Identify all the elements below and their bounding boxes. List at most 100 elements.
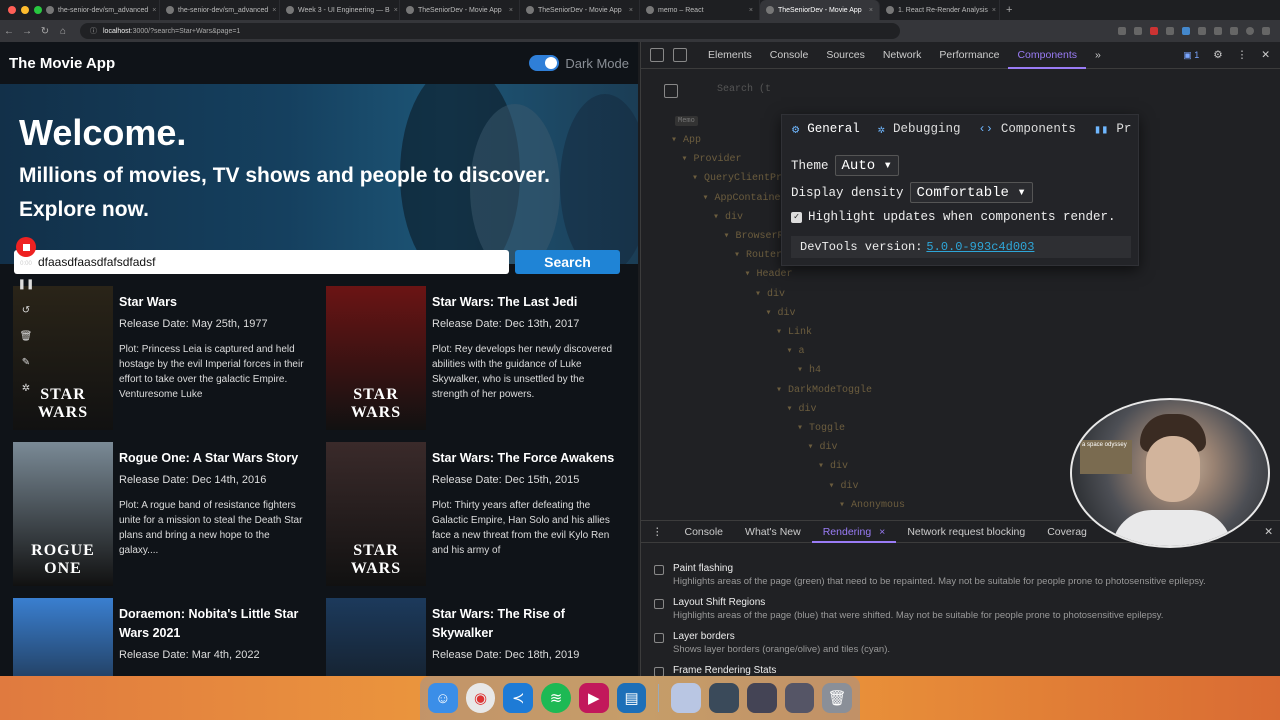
tree-expand-icon[interactable]: ▾	[682, 154, 694, 165]
rendering-option-checkbox[interactable]	[654, 599, 664, 609]
vscode-icon[interactable]: ≺	[503, 683, 534, 713]
browser-tab[interactable]: the-senior-dev/sm_advanced ×	[160, 0, 280, 20]
browser-tab[interactable]: memo – React ×	[640, 0, 760, 20]
close-tab-icon[interactable]: ×	[394, 7, 398, 14]
tree-expand-icon[interactable]: ▾	[713, 212, 725, 223]
tree-node[interactable]: ▾ Link	[776, 326, 812, 338]
tree-expand-icon[interactable]: ▾	[787, 404, 799, 415]
drawer-tab[interactable]: What's New	[734, 521, 812, 543]
devtools-tab-network[interactable]: Network	[874, 42, 931, 69]
browser-tab[interactable]: 1. React Re-Render Analysis ×	[880, 0, 1000, 20]
movie-title[interactable]: Doraemon: Nobita's Little Star Wars 2021	[119, 605, 309, 643]
drawer-tab[interactable]: Network request blocking	[896, 521, 1036, 543]
zoom-window-button[interactable]	[34, 6, 42, 14]
tree-node[interactable]: ▾ a	[787, 345, 805, 357]
movie-title[interactable]: Star Wars	[119, 293, 309, 312]
movie-card[interactable]: Doraemon: Nobita's Little Star Wars 2021…	[13, 598, 313, 676]
close-devtools-icon[interactable]: ✕	[1261, 49, 1270, 61]
tree-node[interactable]: ▾ AppContainer	[703, 192, 787, 204]
linkedin-helper-icon[interactable]: ▤	[616, 683, 647, 713]
address-bar[interactable]: ⓘ localhost:3000/?search=Star+Wars&page=…	[80, 23, 900, 39]
menu-icon[interactable]	[1262, 27, 1270, 35]
minimized-window-icon[interactable]	[784, 683, 815, 713]
tree-expand-icon[interactable]: ▾	[776, 385, 788, 396]
dark-mode-switch[interactable]	[529, 55, 560, 71]
tree-expand-icon[interactable]: ▾	[724, 231, 736, 242]
settings-tab-pr[interactable]: ▮▮ Pr	[1094, 122, 1145, 137]
browser-tab[interactable]: TheSeniorDev - Movie App ×	[760, 0, 880, 20]
extension-icon[interactable]	[1166, 27, 1174, 35]
window-controls[interactable]	[8, 6, 42, 14]
pen-icon[interactable]: ✎	[22, 355, 30, 371]
extension-icon[interactable]	[1150, 27, 1158, 35]
browser-tab[interactable]: TheSeniorDev - Movie App ×	[520, 0, 640, 20]
tree-node[interactable]: ▾ h4	[797, 364, 821, 376]
profile-icon[interactable]	[1246, 27, 1254, 35]
tree-node[interactable]: ▾ div	[829, 480, 859, 492]
tree-expand-icon[interactable]: ▾	[703, 193, 715, 204]
drawer-menu-icon[interactable]: ⋮	[641, 521, 674, 543]
kebab-menu-icon[interactable]: ⋮	[1237, 49, 1248, 61]
movie-card[interactable]: STAR WARS Star Wars Release Date: May 25th…	[13, 286, 313, 430]
movie-poster[interactable]: STAR WARS	[326, 442, 426, 586]
extension-icon[interactable]	[1182, 27, 1190, 35]
close-tab-icon[interactable]: ×	[152, 7, 156, 14]
extension-icon[interactable]	[1198, 27, 1206, 35]
drawer-tab[interactable]: Console	[674, 521, 735, 543]
tree-node[interactable]: ▾ Router	[734, 249, 782, 261]
close-tab-icon[interactable]: ×	[272, 7, 276, 14]
version-link[interactable]: 5.0.0-993c4d003	[926, 240, 1034, 254]
settings-tab-debugging[interactable]: ✲ Debugging	[878, 122, 975, 137]
tree-expand-icon[interactable]: ▾	[766, 308, 778, 319]
home-icon[interactable]: ⌂	[54, 26, 72, 37]
close-tab-icon[interactable]: ×	[869, 7, 873, 14]
close-window-button[interactable]	[8, 6, 16, 14]
close-tab-icon[interactable]: ×	[629, 7, 633, 14]
movie-card[interactable]: ROGUE ONE Rogue One: A Star Wars Story Rel…	[13, 442, 313, 586]
movie-poster[interactable]	[326, 598, 426, 676]
inspect-icon[interactable]	[650, 48, 664, 62]
rendering-option-checkbox[interactable]	[654, 667, 664, 676]
movie-card[interactable]: STAR WARS Star Wars: The Force Awakens Rel…	[326, 442, 626, 586]
minimized-window-icon[interactable]	[746, 683, 777, 713]
tree-expand-icon[interactable]: ▾	[745, 269, 757, 280]
devtools-tab-performance[interactable]: Performance	[930, 42, 1008, 69]
rendering-option-checkbox[interactable]	[654, 565, 664, 575]
tree-node[interactable]: ▾ Provider	[682, 153, 742, 165]
density-select[interactable]: Comfortable ▾	[909, 182, 1033, 203]
search-button[interactable]: Search	[515, 250, 620, 274]
browser-tab[interactable]: the-senior-dev/sm_advanced ×	[40, 0, 160, 20]
browser-tab[interactable]: Week 3 - UI Engineering — B ×	[280, 0, 400, 20]
minimize-window-button[interactable]	[21, 6, 29, 14]
minimized-window-icon[interactable]	[709, 683, 739, 713]
back-icon[interactable]: ←	[0, 26, 18, 37]
tree-expand-icon[interactable]: ▾	[797, 365, 809, 376]
tree-search-input[interactable]: Search (t	[717, 84, 771, 95]
movie-poster[interactable]: ROGUE ONE	[13, 442, 113, 586]
tree-node[interactable]: ▾ div	[808, 441, 838, 453]
forward-icon[interactable]: →	[18, 26, 36, 37]
tree-expand-icon[interactable]: ▾	[839, 500, 851, 511]
close-tab-icon[interactable]: ×	[879, 521, 885, 541]
extension-icon[interactable]	[1230, 27, 1238, 35]
tree-expand-icon[interactable]: ▾	[829, 481, 841, 492]
settings-tab-general[interactable]: ⚙ General	[792, 122, 874, 137]
app-icon[interactable]: ▶	[578, 683, 609, 713]
movie-card[interactable]: Star Wars: The Rise of Skywalker Release …	[326, 598, 626, 676]
search-input[interactable]	[14, 250, 509, 274]
extension-icon[interactable]	[1214, 27, 1222, 35]
movie-card[interactable]: STAR WARS Star Wars: The Last Jedi Release…	[326, 286, 626, 430]
close-tab-icon[interactable]: ×	[992, 7, 996, 14]
tree-expand-icon[interactable]: ▾	[818, 461, 830, 472]
tree-expand-icon[interactable]: ▾	[797, 423, 809, 434]
tree-node[interactable]: ▾ div	[713, 211, 743, 223]
movie-title[interactable]: Rogue One: A Star Wars Story	[119, 449, 309, 468]
new-tab-button[interactable]: +	[1006, 4, 1012, 16]
more-tabs-icon[interactable]: »	[1086, 42, 1110, 69]
devtools-tab-console[interactable]: Console	[761, 42, 818, 69]
movie-title[interactable]: Star Wars: The Force Awakens	[432, 449, 622, 468]
tree-node[interactable]: ▾ div	[787, 403, 817, 415]
reload-icon[interactable]: ↻	[36, 26, 54, 37]
devtools-tab-elements[interactable]: Elements	[699, 42, 761, 69]
pause-icon[interactable]: ❚❚	[18, 277, 35, 293]
